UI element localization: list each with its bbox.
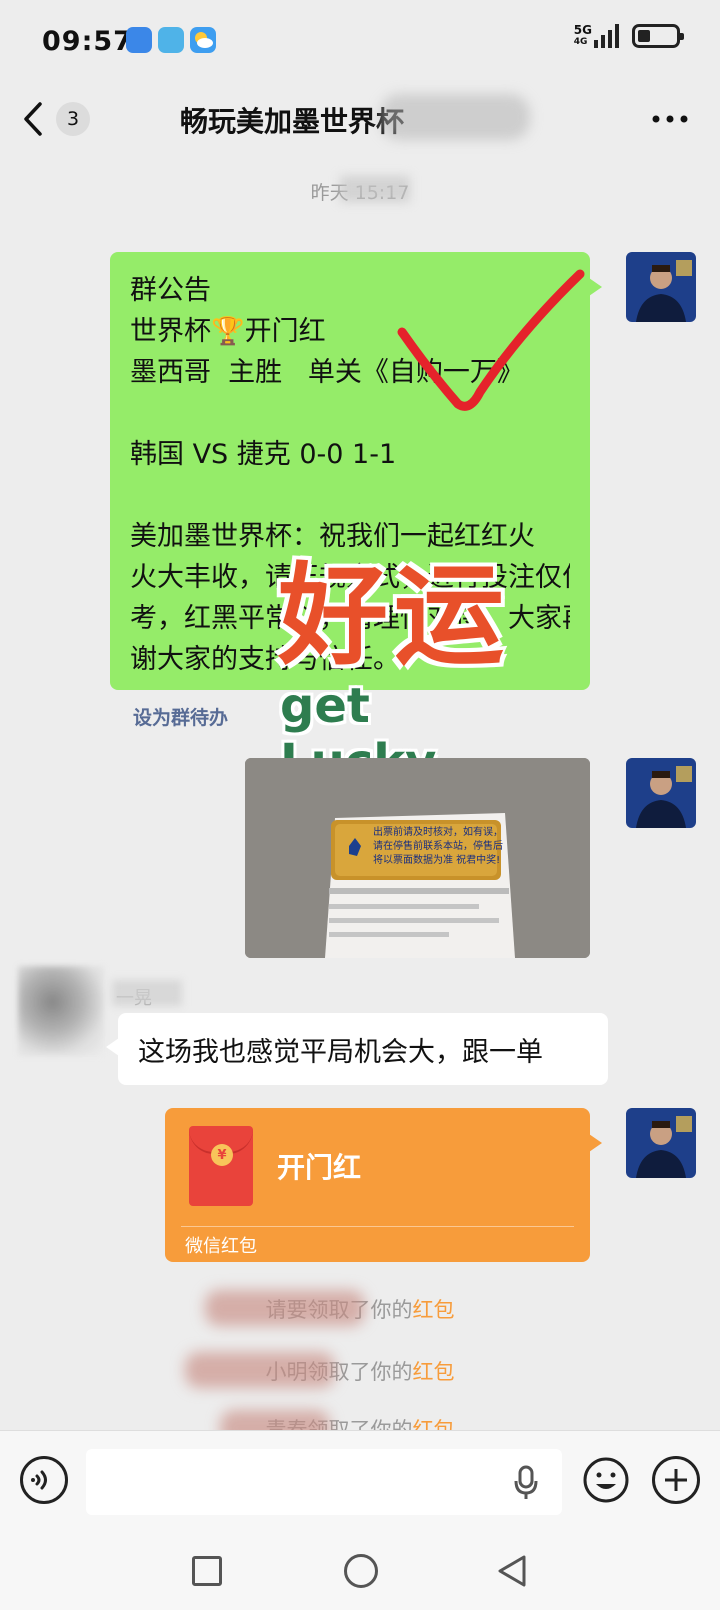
more-horizontal-icon xyxy=(652,115,688,123)
avatar-image xyxy=(626,758,696,828)
red-packet-message[interactable]: ¥ 开门红 微信红包 xyxy=(165,1108,602,1262)
avatar-image xyxy=(626,1108,696,1178)
system-message: 小明领取了你的红包 xyxy=(265,1360,455,1384)
plus-button[interactable] xyxy=(652,1456,700,1504)
sticker-text: 好运 xyxy=(278,552,510,680)
timestamp-redaction xyxy=(340,176,410,202)
check-mark-icon xyxy=(397,269,585,411)
red-packet-icon: ¥ xyxy=(189,1126,253,1206)
network-sub-label: 4G xyxy=(573,37,588,47)
message-input[interactable] xyxy=(86,1449,562,1515)
avatar[interactable] xyxy=(626,758,696,828)
message-bubble[interactable]: 这场我也感觉平局机会大，跟一单 xyxy=(106,1013,608,1085)
notice-line: 韩国 VS 捷克 0-0 1-1 xyxy=(130,439,397,470)
red-packet-label: 微信红包 xyxy=(185,1236,257,1257)
chat-header: 3 畅玩美加墨世界杯 xyxy=(0,84,720,158)
network-indicator: 5G 4G xyxy=(574,24,620,48)
status-app-icons xyxy=(126,27,216,53)
red-packet-link[interactable]: 红包 xyxy=(413,1360,455,1384)
system-redaction xyxy=(205,1290,365,1326)
network-label: 5G xyxy=(573,23,592,37)
voice-button[interactable] xyxy=(20,1456,68,1504)
mic-icon[interactable] xyxy=(514,1465,538,1501)
app-book-icon xyxy=(158,27,184,53)
status-right: 5G 4G xyxy=(574,24,684,48)
name-redaction xyxy=(112,980,182,1006)
recent-apps-button[interactable] xyxy=(192,1556,222,1586)
ticket-photo[interactable]: 出票前请及时核对，如有误， 请在停售前联系本站，停售后 将以票面数据为准 祝君中… xyxy=(245,758,590,958)
status-time: 09:57 xyxy=(42,26,133,57)
emoji-button[interactable] xyxy=(582,1456,630,1504)
home-button[interactable] xyxy=(344,1554,378,1588)
system-back-icon[interactable] xyxy=(496,1554,528,1588)
red-packet-title: 开门红 xyxy=(277,1151,362,1184)
input-bar xyxy=(0,1430,720,1534)
red-packet-link[interactable]: 红包 xyxy=(413,1298,455,1322)
ticket-photo-text: 出票前请及时核对，如有误， 请在停售前联系本站，停售后 将以票面数据为准 祝君中… xyxy=(373,827,503,866)
avatar[interactable] xyxy=(626,252,696,322)
system-navigation-bar xyxy=(0,1534,720,1610)
notice-line: 美加墨世界杯：祝我们一起红红火 xyxy=(130,521,535,552)
signal-icon xyxy=(594,24,619,48)
battery-icon xyxy=(632,24,684,48)
weather-icon xyxy=(190,27,216,53)
status-bar: 09:57 5G 4G xyxy=(0,0,720,84)
set-as-group-todo-link[interactable]: 设为群待办 xyxy=(133,703,228,730)
avatar-image xyxy=(626,252,696,322)
title-redaction xyxy=(380,94,530,140)
chevron-left-icon xyxy=(24,102,42,136)
emoji-icon xyxy=(583,1457,629,1503)
plus-icon xyxy=(665,1469,687,1491)
red-packet-divider xyxy=(181,1226,574,1227)
other-user-avatar[interactable] xyxy=(18,966,104,1056)
system-redaction xyxy=(185,1352,335,1388)
more-button[interactable] xyxy=(650,110,690,123)
avatar[interactable] xyxy=(626,1108,696,1178)
voice-icon xyxy=(31,1470,47,1490)
unread-count-badge: 3 xyxy=(56,102,90,136)
app-notification-icon xyxy=(126,27,152,53)
good-luck-sticker[interactable]: 好运 get Lucky xyxy=(268,552,538,790)
back-button[interactable]: 3 xyxy=(22,92,102,146)
